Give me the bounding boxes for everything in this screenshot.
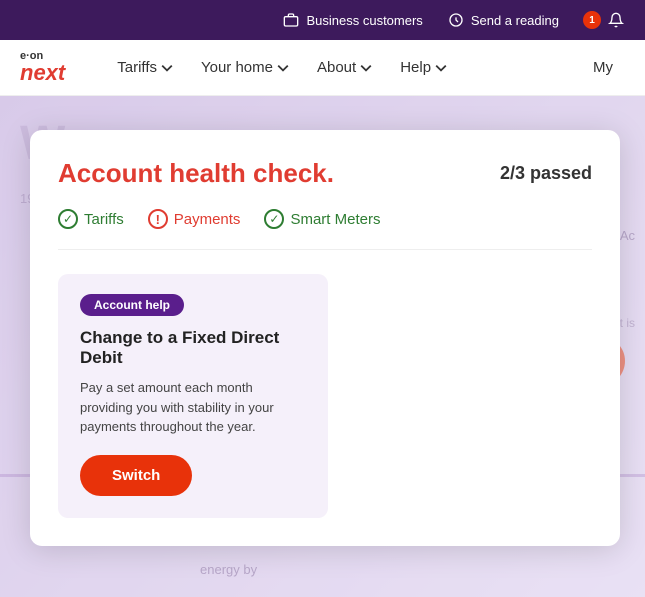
account-help-card: Account help Change to a Fixed Direct De… <box>58 274 328 518</box>
nav-help[interactable]: Help <box>388 51 459 84</box>
check-smart-meters-label: Smart Meters <box>290 211 380 228</box>
nav-about[interactable]: About <box>305 51 384 84</box>
meter-icon <box>447 11 465 29</box>
nav-tariffs[interactable]: Tariffs <box>105 51 185 84</box>
business-customers-label: Business customers <box>306 13 422 28</box>
business-customers-link[interactable]: Business customers <box>282 11 422 29</box>
check-pass-icon-2: ✓ <box>264 209 284 229</box>
check-smart-meters: ✓ Smart Meters <box>264 209 380 229</box>
chevron-down-icon <box>161 62 173 74</box>
nav-bar: e·on next Tariffs Your home About Help M… <box>0 40 645 96</box>
card-title: Change to a Fixed Direct Debit <box>80 328 306 368</box>
check-payments-label: Payments <box>174 211 241 228</box>
bell-icon <box>607 11 625 29</box>
modal-checks: ✓ Tariffs ! Payments ✓ Smart Meters <box>58 209 592 250</box>
logo[interactable]: e·on next <box>20 51 65 84</box>
check-pass-icon: ✓ <box>58 209 78 229</box>
nav-my-label: My <box>593 59 613 76</box>
card-badge: Account help <box>80 294 184 316</box>
nav-my[interactable]: My <box>581 51 625 84</box>
chevron-down-icon <box>360 62 372 74</box>
check-payments: ! Payments <box>148 209 241 229</box>
nav-your-home[interactable]: Your home <box>189 51 301 84</box>
check-warn-icon: ! <box>148 209 168 229</box>
nav-tariffs-label: Tariffs <box>117 59 157 76</box>
briefcase-icon <box>282 11 300 29</box>
chevron-down-icon <box>277 62 289 74</box>
check-tariffs-label: Tariffs <box>84 211 124 228</box>
switch-button[interactable]: Switch <box>80 455 192 496</box>
nav-about-label: About <box>317 59 356 76</box>
notifications-link[interactable]: 1 <box>583 11 625 29</box>
modal-title: Account health check. <box>58 158 334 189</box>
nav-help-label: Help <box>400 59 431 76</box>
nav-your-home-label: Your home <box>201 59 273 76</box>
modal-header: Account health check. 2/3 passed <box>58 158 592 189</box>
nav-items: Tariffs Your home About Help My <box>105 51 625 84</box>
card-body: Pay a set amount each month providing yo… <box>80 378 306 437</box>
logo-next-text: next <box>20 62 65 84</box>
top-bar: Business customers Send a reading 1 <box>0 0 645 40</box>
check-tariffs: ✓ Tariffs <box>58 209 124 229</box>
send-reading-link[interactable]: Send a reading <box>447 11 559 29</box>
health-check-modal: Account health check. 2/3 passed ✓ Tarif… <box>30 130 620 546</box>
notification-badge: 1 <box>583 11 601 29</box>
send-reading-label: Send a reading <box>471 13 559 28</box>
chevron-down-icon <box>435 62 447 74</box>
modal-passed: 2/3 passed <box>500 163 592 184</box>
